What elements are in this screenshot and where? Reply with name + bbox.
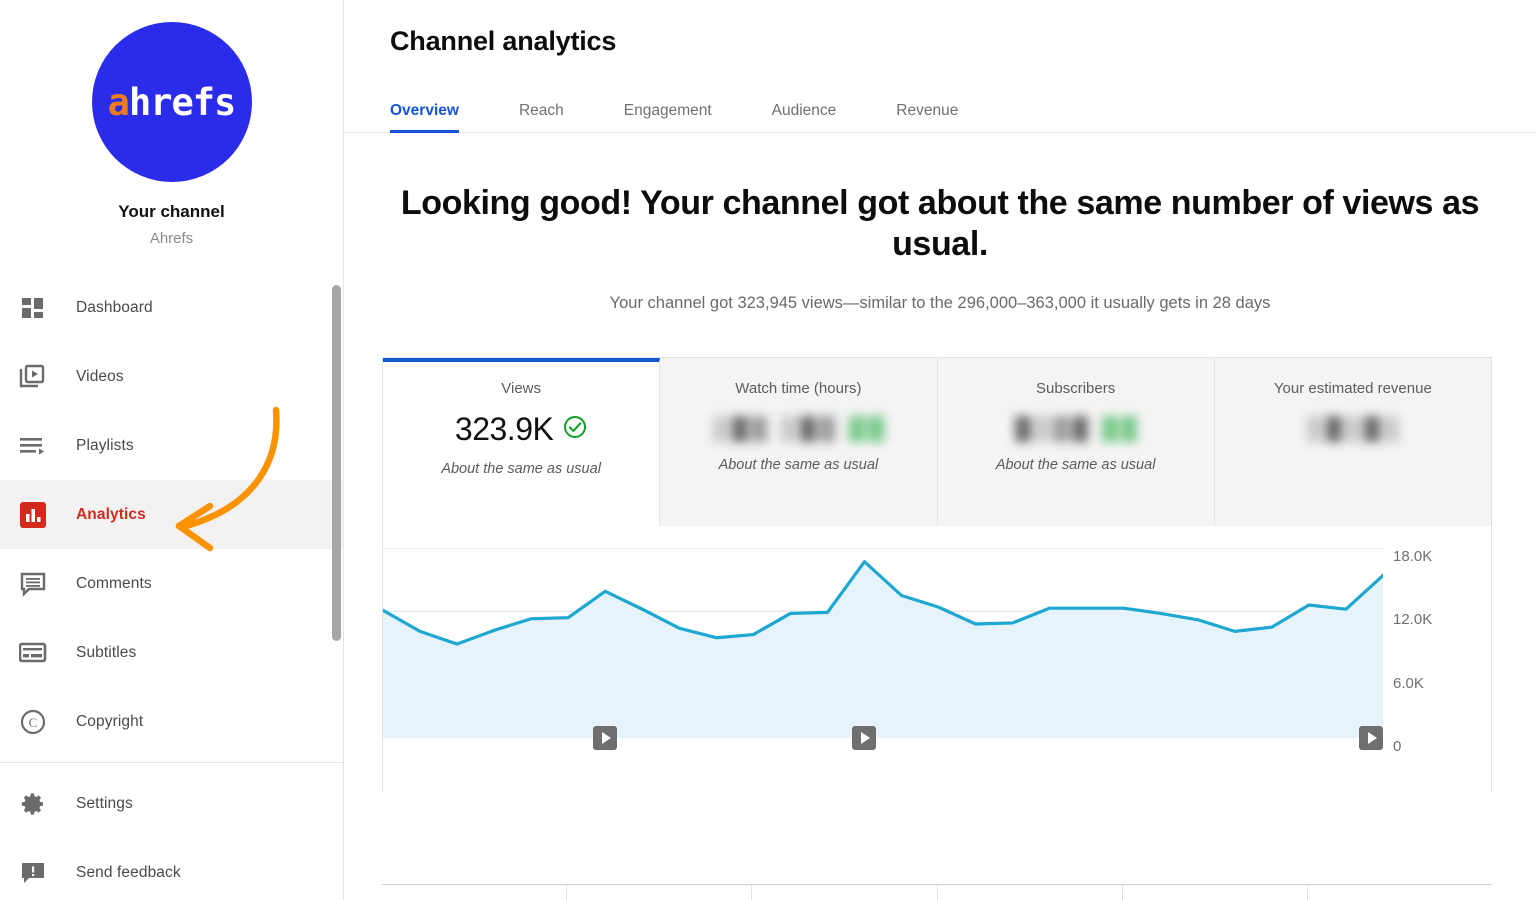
- metric-card-blurred-value: [938, 409, 1214, 449]
- views-area-chart-svg: [383, 548, 1383, 738]
- video-markers: [383, 726, 1383, 766]
- sidebar-item-dashboard[interactable]: Dashboard: [0, 273, 343, 342]
- metric-card-label: Watch time (hours): [660, 380, 936, 397]
- sidebar-item-label: Settings: [76, 795, 133, 813]
- metric-card-watch-time[interactable]: Watch time (hours) About the same as usu…: [660, 358, 937, 526]
- table-cell: [938, 885, 1123, 900]
- page-title: Channel analytics: [344, 0, 1536, 57]
- summary-subline: Your channel got 323,945 views—similar t…: [344, 294, 1536, 313]
- video-stack-icon: [12, 359, 54, 395]
- youtube-studio-analytics-page: ahrefs Your channel Ahrefs Dashboard Vid…: [0, 0, 1536, 900]
- gear-icon: [12, 786, 54, 822]
- sidebar-nav: Dashboard Videos Playlists Analytics: [0, 273, 343, 900]
- green-check-circle-icon: [563, 415, 587, 444]
- metric-card-label: Subscribers: [938, 380, 1214, 397]
- metric-card-caption: About the same as usual: [660, 457, 936, 473]
- tab-reach[interactable]: Reach: [519, 102, 564, 132]
- channel-name: Ahrefs: [0, 230, 343, 247]
- table-cell: [567, 885, 752, 900]
- play-marker-icon[interactable]: [852, 726, 876, 750]
- dashboard-grid-icon: [12, 290, 54, 326]
- playlist-lines-icon: [12, 428, 54, 464]
- sidebar-item-label: Comments: [76, 575, 152, 593]
- sidebar-item-label: Send feedback: [76, 864, 181, 882]
- sidebar-item-copyright[interactable]: C Copyright: [0, 687, 343, 756]
- metric-card-estimated-revenue[interactable]: Your estimated revenue: [1215, 358, 1491, 526]
- main-content: Channel analytics Overview Reach Engagem…: [344, 0, 1536, 900]
- feedback-bubble-icon: [12, 855, 54, 891]
- metric-card-value: 323.9K: [455, 411, 553, 448]
- y-tick-label: 0: [1393, 738, 1401, 755]
- table-cell: [382, 885, 567, 900]
- tab-overview[interactable]: Overview: [390, 102, 459, 132]
- table-cell: [752, 885, 937, 900]
- analytics-tabs: Overview Reach Engagement Audience Reven…: [344, 87, 1536, 133]
- metric-card-label: Views: [383, 380, 659, 397]
- metric-card-value-row: 323.9K: [383, 407, 659, 453]
- metric-card-caption: About the same as usual: [938, 457, 1214, 473]
- sidebar-item-label: Videos: [76, 368, 124, 386]
- metric-card-blurred-value: [660, 409, 936, 449]
- sidebar-item-analytics[interactable]: Analytics: [0, 480, 343, 549]
- sidebar-item-label: Dashboard: [76, 299, 153, 317]
- sidebar: ahrefs Your channel Ahrefs Dashboard Vid…: [0, 0, 344, 900]
- metric-card-blurred-value: [1215, 409, 1491, 449]
- sidebar-item-videos[interactable]: Videos: [0, 342, 343, 411]
- ahrefs-logo-rest: hrefs: [129, 81, 235, 124]
- play-marker-icon[interactable]: [1359, 726, 1383, 750]
- sidebar-item-subtitles[interactable]: Subtitles: [0, 618, 343, 687]
- sidebar-item-settings[interactable]: Settings: [0, 769, 343, 838]
- sidebar-item-comments[interactable]: Comments: [0, 549, 343, 618]
- sidebar-item-playlists[interactable]: Playlists: [0, 411, 343, 480]
- y-tick-label: 6.0K: [1393, 675, 1424, 692]
- channel-header: ahrefs Your channel Ahrefs: [0, 0, 343, 247]
- metric-card-caption: About the same as usual: [383, 461, 659, 477]
- copyright-circle-icon: C: [12, 704, 54, 740]
- metric-card-subscribers[interactable]: Subscribers About the same as usual: [938, 358, 1215, 526]
- y-tick-label: 18.0K: [1393, 548, 1432, 565]
- play-marker-icon[interactable]: [593, 726, 617, 750]
- bottom-table-header: [382, 884, 1492, 900]
- comment-bubble-icon: [12, 566, 54, 602]
- sidebar-item-label: Subtitles: [76, 644, 136, 662]
- metric-card-label: Your estimated revenue: [1215, 380, 1491, 397]
- y-tick-label: 12.0K: [1393, 611, 1432, 628]
- channel-avatar[interactable]: ahrefs: [92, 22, 252, 182]
- tab-engagement[interactable]: Engagement: [624, 102, 712, 132]
- sidebar-item-label: Playlists: [76, 437, 134, 455]
- svg-text:C: C: [29, 715, 38, 730]
- tab-audience[interactable]: Audience: [772, 102, 837, 132]
- table-cell: [1308, 885, 1492, 900]
- sidebar-item-send-feedback[interactable]: Send feedback: [0, 838, 343, 900]
- tab-revenue[interactable]: Revenue: [896, 102, 958, 132]
- summary-headline: Looking good! Your channel got about the…: [395, 183, 1485, 266]
- ahrefs-logo: ahrefs: [108, 84, 236, 121]
- metric-card-views[interactable]: Views 323.9K About the same as usual: [383, 358, 660, 526]
- sidebar-item-label: Analytics: [76, 506, 146, 524]
- sidebar-scrollbar[interactable]: [332, 285, 341, 641]
- table-cell: [1123, 885, 1308, 900]
- sidebar-item-label: Copyright: [76, 713, 143, 731]
- metric-cards: Views 323.9K About the same as usual Wat…: [382, 357, 1492, 526]
- views-chart[interactable]: 18.0K 12.0K 6.0K 0: [382, 526, 1492, 792]
- channel-label: Your channel: [0, 202, 343, 222]
- analytics-bar-chart-icon: [12, 497, 54, 533]
- ahrefs-logo-a: a: [108, 81, 129, 124]
- sidebar-divider: [0, 762, 343, 763]
- subtitles-cc-icon: [12, 635, 54, 671]
